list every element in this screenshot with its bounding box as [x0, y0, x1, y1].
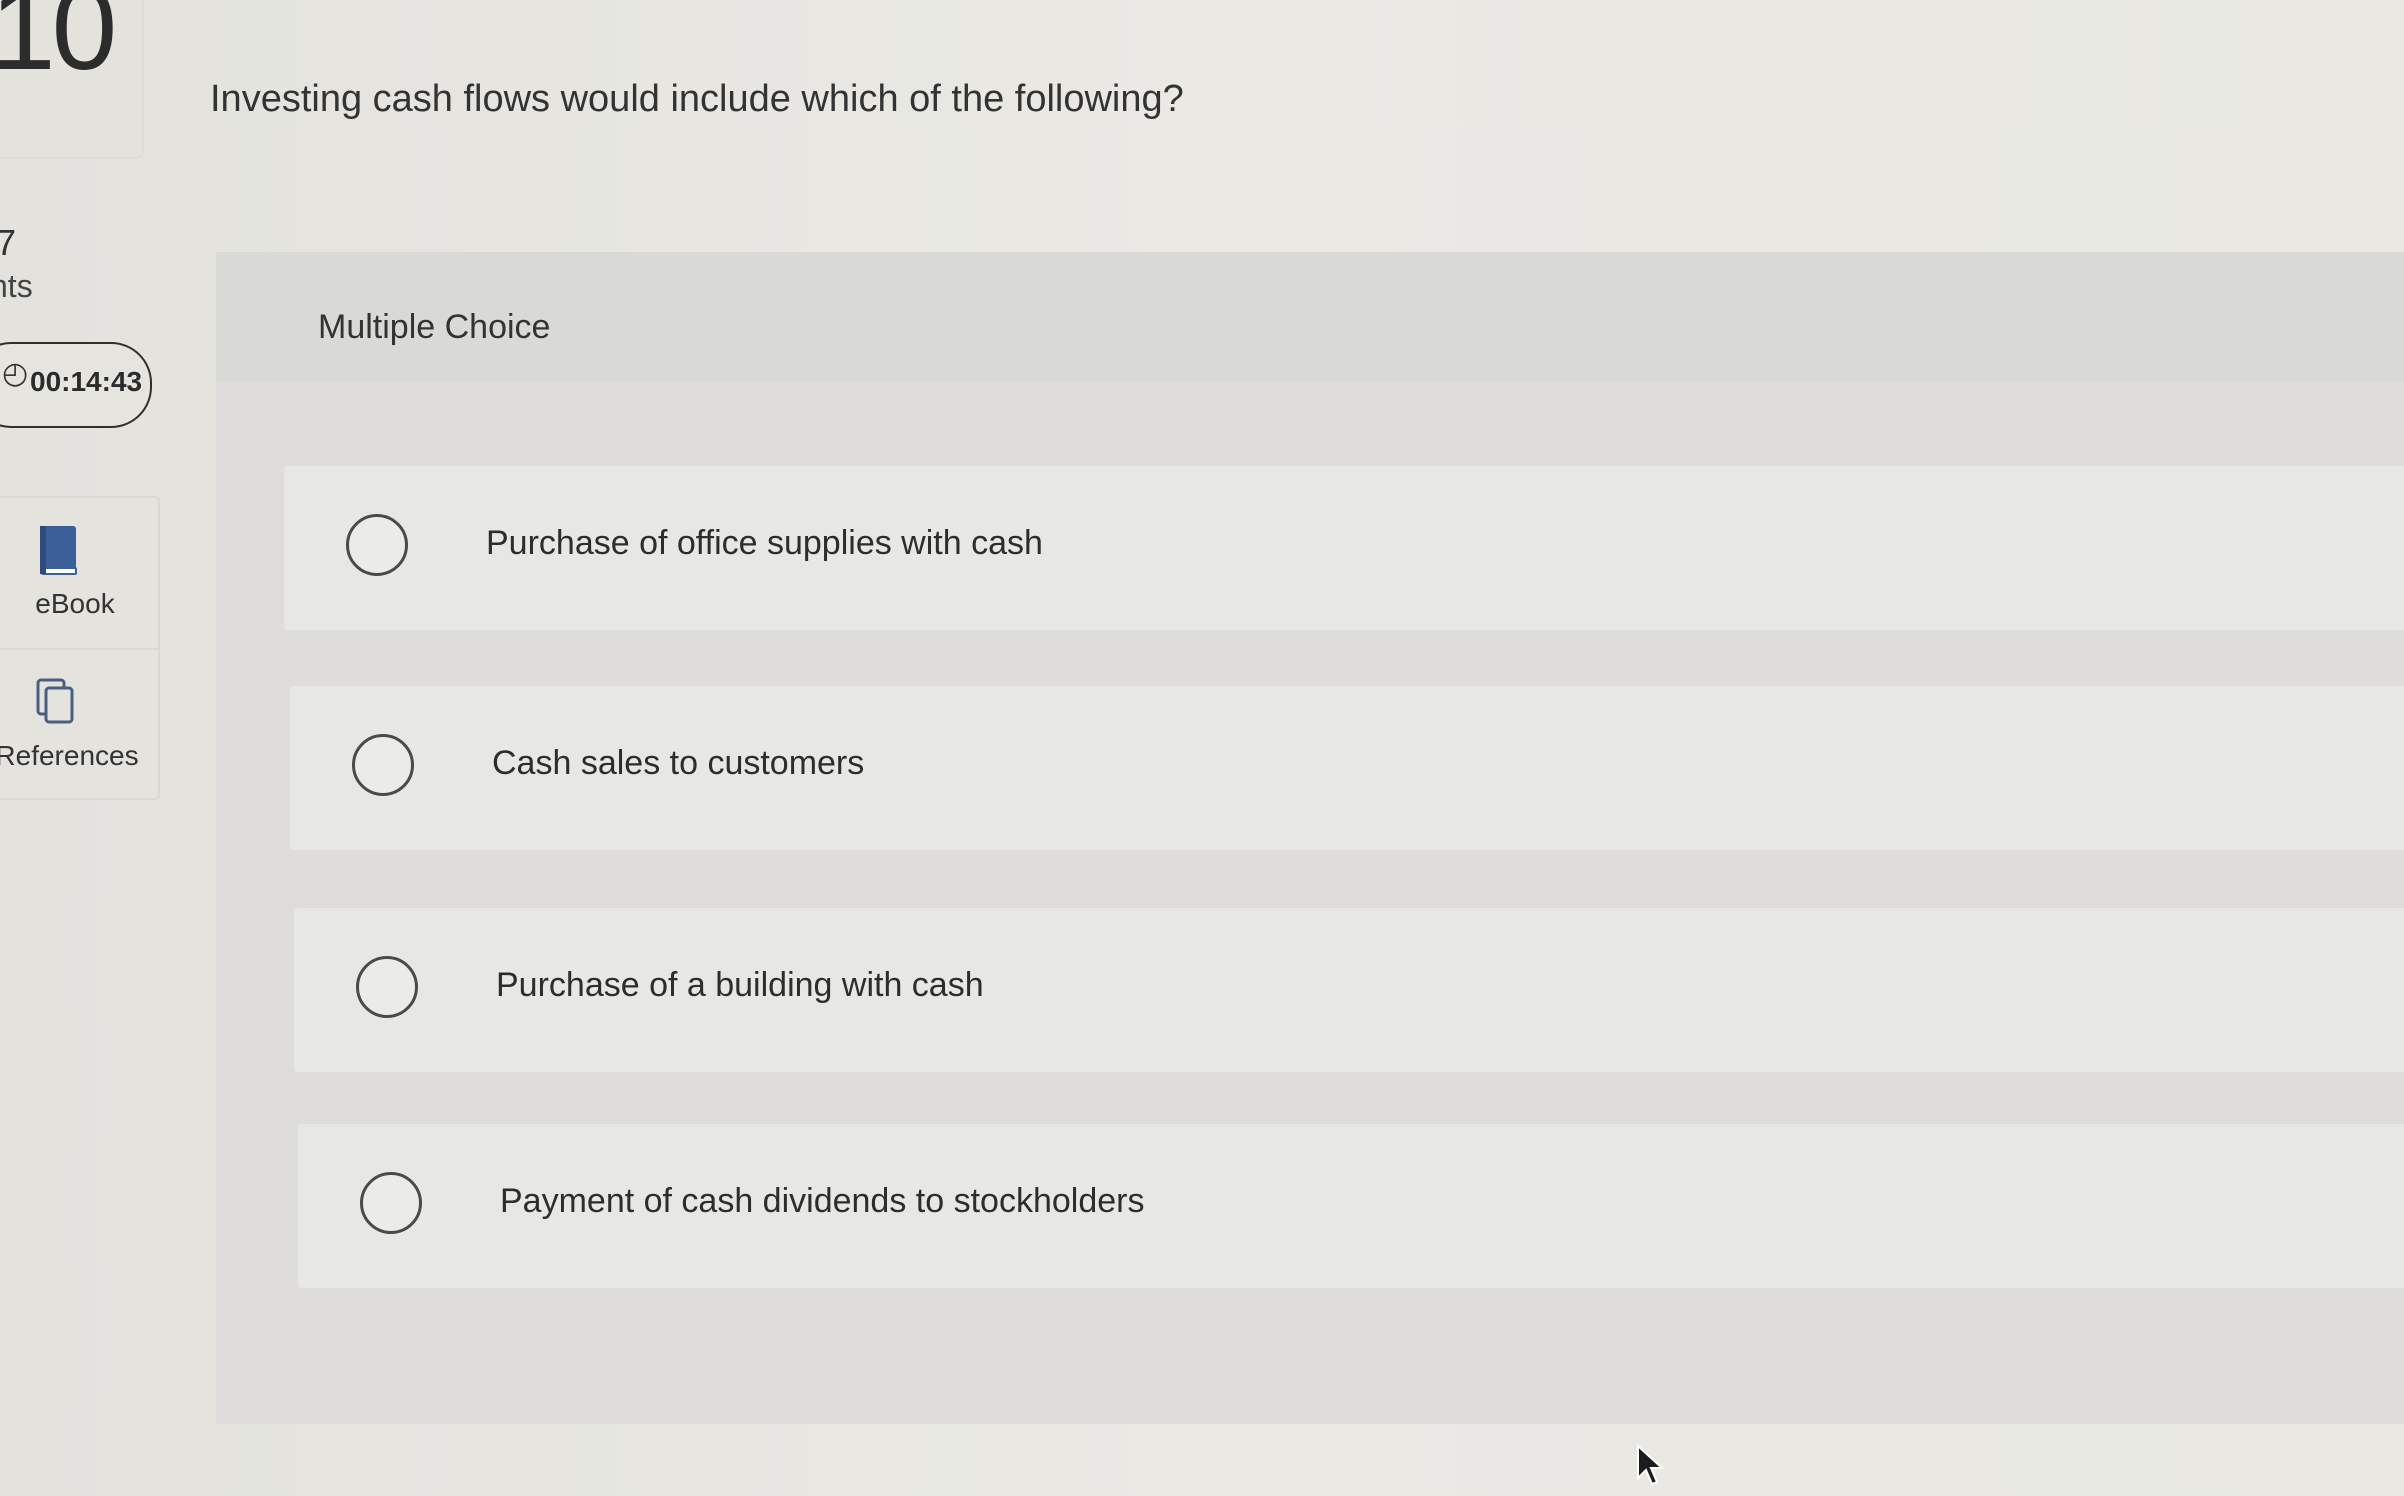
points-label: nts: [0, 268, 33, 304]
card-header: Multiple Choice: [216, 252, 2404, 382]
radio-button[interactable]: [346, 514, 408, 576]
choice-label[interactable]: Purchase of a building with cash: [496, 966, 984, 1005]
choice-option[interactable]: Cash sales to customers: [290, 686, 2404, 850]
page-background: 10 7 nts ◴ 00:14:43 eBook References Inv…: [0, 0, 2404, 1496]
choice-label[interactable]: Purchase of office supplies with cash: [486, 524, 1043, 563]
clock-icon: ◴: [2, 357, 29, 390]
references-button[interactable]: References: [0, 650, 158, 798]
choice-label[interactable]: Payment of cash dividends to stockholder…: [500, 1182, 1144, 1221]
mouse-cursor-icon: [1637, 1444, 1665, 1486]
choice-option[interactable]: Purchase of office supplies with cash: [284, 466, 2404, 630]
multiple-choice-card: Multiple Choice Purchase of office suppl…: [216, 252, 2404, 1424]
ebook-label: eBook: [35, 588, 115, 619]
tools-panel: eBook References: [0, 496, 160, 800]
ebook-button[interactable]: eBook: [0, 498, 158, 646]
points-value: 7: [0, 222, 17, 263]
documents-icon: [36, 678, 74, 724]
timer-text: 00:14:43: [30, 366, 143, 397]
radio-button[interactable]: [360, 1172, 422, 1234]
choice-option[interactable]: Payment of cash dividends to stockholder…: [298, 1124, 2404, 1288]
question-text: Investing cash flows would include which…: [210, 78, 1184, 120]
question-type-label: Multiple Choice: [318, 308, 551, 346]
radio-button[interactable]: [352, 734, 414, 796]
radio-button[interactable]: [356, 956, 418, 1018]
choice-label[interactable]: Cash sales to customers: [492, 744, 864, 783]
references-label: References: [0, 740, 139, 771]
choice-option[interactable]: Purchase of a building with cash: [294, 908, 2404, 1072]
book-icon: [40, 526, 77, 575]
timer-pill[interactable]: ◴ 00:14:43: [0, 342, 152, 428]
question-number: 10: [0, 0, 117, 95]
